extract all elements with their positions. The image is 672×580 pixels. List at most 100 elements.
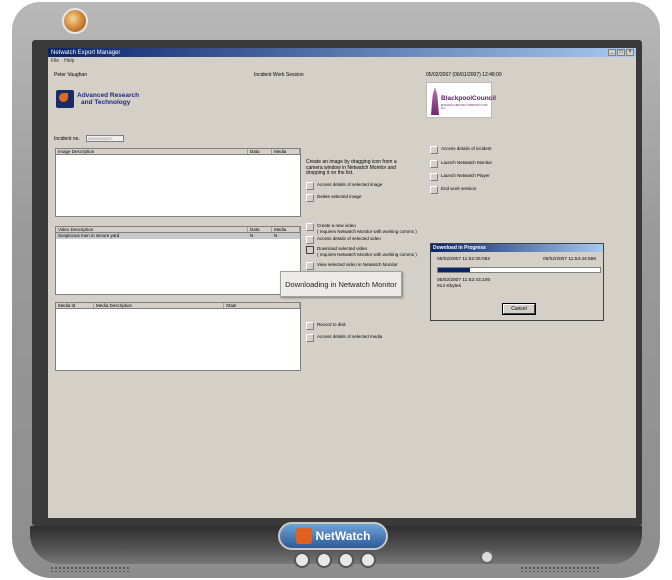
monitor-button[interactable]: [360, 552, 376, 568]
art-logo-line2: and Technology: [81, 99, 131, 106]
col-media-description[interactable]: Media Description: [94, 303, 224, 308]
image-list[interactable]: Image Description Data Media: [55, 148, 301, 217]
button-square-icon: [430, 146, 438, 154]
access-video-label: Access details of selected video: [317, 236, 381, 241]
record-to-disk-button[interactable]: Record to disk: [306, 322, 346, 330]
monitor-brand-badge: NetWatch: [278, 522, 388, 550]
button-square-icon: [430, 160, 438, 168]
access-incident-button[interactable]: Access details of incident: [430, 146, 492, 154]
delete-image-label: Delete selected image: [317, 194, 362, 199]
button-square-icon: [306, 246, 314, 254]
monitor-button[interactable]: [294, 552, 310, 568]
monitor-brand-text: NetWatch: [315, 529, 371, 543]
user-name: Peter Vaughan: [54, 72, 87, 78]
download-progress-fill: [438, 268, 471, 272]
monitor-button[interactable]: [338, 552, 354, 568]
session-title: Incident Work Session: [254, 72, 304, 78]
download-status-tooltip: Downloading in Netwatch Monitor: [280, 271, 402, 297]
col-video-data[interactable]: Data: [248, 227, 272, 232]
speaker-grille-left: [50, 566, 130, 572]
power-button[interactable]: [480, 550, 494, 564]
col-video-description[interactable]: Video Description: [56, 227, 248, 232]
access-video-button[interactable]: Access details of selected video: [306, 236, 381, 244]
button-square-icon: [430, 173, 438, 181]
col-image-media[interactable]: Media: [272, 149, 300, 154]
button-square-icon: [306, 223, 314, 231]
council-logo: BlackpoolCouncil BUILDING A BETTER COMMU…: [426, 82, 496, 118]
video-row-description: Suspicious men in secure yard: [58, 233, 120, 238]
cancel-download-button[interactable]: Cancel: [502, 303, 536, 315]
tower-icon: [431, 87, 439, 115]
download-current-time: 05/02/2007 11:52:43:106: [437, 278, 490, 283]
download-end-time: 05/02/2007 11:53:44:585: [543, 257, 596, 262]
speaker-grille-right: [520, 566, 600, 572]
access-media-button[interactable]: Access details of selected media: [306, 334, 382, 342]
menu-file[interactable]: File: [51, 58, 59, 64]
button-square-icon: [306, 262, 314, 270]
col-media-state[interactable]: State: [224, 303, 300, 308]
button-square-icon: [306, 236, 314, 244]
col-image-data[interactable]: Data: [248, 149, 272, 154]
minimize-button[interactable]: _: [608, 49, 616, 56]
video-row-data: N: [250, 233, 254, 238]
view-video-button[interactable]: View selected video in Netwatch Monitor: [306, 262, 398, 270]
download-progress-bar: [437, 267, 601, 273]
button-square-icon: [306, 182, 314, 190]
monitor-button[interactable]: [316, 552, 332, 568]
end-session-button[interactable]: End work session: [430, 186, 476, 194]
netwatch-logo-icon: [295, 528, 312, 544]
col-video-media[interactable]: Media: [272, 227, 300, 232]
col-media-id[interactable]: Media Id: [56, 303, 94, 308]
launch-player-label: Launch Netwatch Player: [441, 173, 490, 178]
maximize-button[interactable]: □: [617, 49, 625, 56]
record-to-disk-label: Record to disk: [317, 322, 346, 327]
launch-monitor-button[interactable]: Launch Netwatch Monitor: [430, 160, 492, 168]
download-size: 914 Kbytes: [437, 284, 462, 289]
video-row-media: N: [274, 233, 278, 238]
app-window: Netwatch Export Manager _ □ × File Help …: [48, 48, 636, 518]
menu-bar: File Help: [48, 57, 636, 64]
access-incident-label: Access details of incident: [441, 146, 492, 151]
art-logo: Advanced Research and Technology: [56, 90, 139, 108]
media-list-header: Media Id Media Description State: [56, 303, 300, 309]
image-create-hint: Create an image by dragging icon from a …: [306, 159, 397, 176]
window-title: Netwatch Export Manager: [51, 49, 121, 56]
media-list[interactable]: Media Id Media Description State: [55, 302, 301, 371]
incident-label: Incident no.: [54, 136, 80, 142]
download-video-button[interactable]: Download selected video ( requires Netwa…: [306, 246, 417, 257]
download-dialog: Download in Progress 05/02/2007 11:52:26…: [430, 243, 604, 321]
table-row[interactable]: Suspicious men in secure yard N N: [56, 233, 300, 239]
council-tagline: BUILDING A BETTER COMMUNITY FOR ALL: [441, 104, 488, 110]
end-session-label: End work session: [441, 186, 477, 191]
button-square-icon: [430, 186, 438, 194]
access-image-button[interactable]: Access details of selected image: [306, 182, 382, 190]
art-logo-line1: Advanced Research: [77, 92, 140, 99]
create-video-note: ( requires Netwatch Monitor with working…: [317, 228, 417, 234]
image-list-header: Image Description Data Media: [56, 149, 300, 155]
video-list[interactable]: Video Description Data Media Suspicious …: [55, 226, 301, 295]
close-button[interactable]: ×: [626, 49, 634, 56]
download-video-note: ( requires Netwatch Monitor with working…: [317, 251, 417, 257]
monitor-buttons: [294, 552, 376, 568]
session-datetime: 05/02/2007 (06/01/2007) 12:48:00: [426, 72, 502, 78]
incident-number-field[interactable]: 00001050207: [86, 135, 124, 142]
button-square-icon: [306, 322, 314, 330]
launch-player-button[interactable]: Launch Netwatch Player: [430, 173, 490, 181]
access-media-label: Access details of selected media: [317, 334, 383, 339]
monitor-emblem-icon: [62, 8, 88, 34]
download-start-time: 05/02/2007 11:52:26:082: [437, 257, 490, 262]
art-logo-icon: [56, 90, 74, 108]
council-name: BlackpoolCouncil: [441, 95, 496, 102]
download-dialog-title: Download in Progress: [431, 244, 603, 252]
launch-monitor-label: Launch Netwatch Monitor: [441, 160, 493, 165]
access-image-label: Access details of selected image: [317, 182, 383, 187]
create-video-button[interactable]: Create a new video ( requires Netwatch M…: [306, 223, 417, 234]
view-video-label: View selected video in Netwatch Monitor: [317, 262, 398, 267]
button-square-icon: [306, 194, 314, 202]
menu-help[interactable]: Help: [64, 58, 74, 64]
window-titlebar: Netwatch Export Manager _ □ ×: [48, 48, 636, 57]
col-image-description[interactable]: Image Description: [56, 149, 248, 154]
delete-image-button[interactable]: Delete selected image: [306, 194, 362, 202]
window-controls: _ □ ×: [608, 49, 634, 56]
button-square-icon: [306, 334, 314, 342]
